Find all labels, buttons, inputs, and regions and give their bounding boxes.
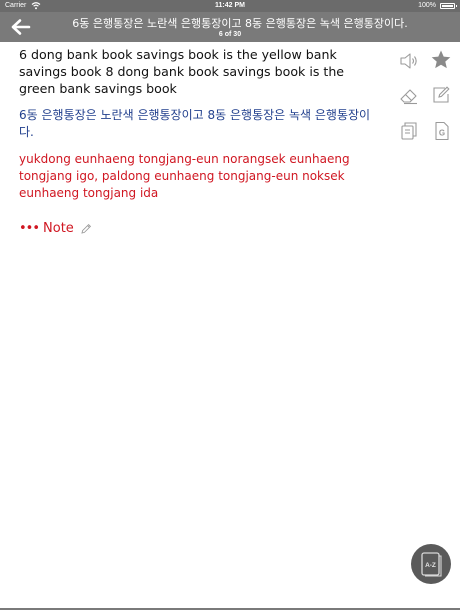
svg-text:A-Z: A-Z <box>425 562 436 569</box>
note-dots: ••• <box>19 221 40 236</box>
note-label: Note <box>43 221 74 236</box>
romanization: yukdong eunhaeng tongjang-eun norangsek … <box>19 152 350 200</box>
battery-icon <box>440 3 457 9</box>
bottom-edge <box>0 608 460 610</box>
copy-icon[interactable] <box>398 120 420 142</box>
english-translation: 6 dong bank book savings book is the yel… <box>19 47 345 96</box>
edit-icon[interactable] <box>430 84 452 106</box>
status-bar: Carrier 11:42 PM 100% <box>0 0 460 12</box>
battery-percent: 100% <box>418 2 436 9</box>
pencil-icon[interactable] <box>80 223 92 235</box>
nav-bar: 6동 은행통장은 노란색 은행통장이고 8동 은행통장은 녹색 은행통장이다. … <box>0 12 460 42</box>
korean-phrase: 6동 은행통장은 노란색 은행통장이고 8동 은행통장은 녹색 은행통장이다. <box>19 108 371 139</box>
phrase-content: 6 dong bank book savings book is the yel… <box>19 46 384 236</box>
status-time: 11:42 PM <box>215 2 245 9</box>
az-dictionary-icon: A-Z <box>421 552 442 577</box>
star-icon[interactable] <box>430 49 452 71</box>
phrase-counter: 6 of 30 <box>218 31 242 38</box>
note-row[interactable]: ••• Note <box>19 221 384 236</box>
speaker-icon[interactable] <box>398 50 420 72</box>
az-dictionary-button[interactable]: A-Z <box>411 544 451 584</box>
eraser-icon[interactable] <box>398 84 420 106</box>
google-icon[interactable]: G <box>430 120 452 142</box>
nav-title: 6동 은행통장은 노란색 은행통장이고 8동 은행통장은 녹색 은행통장이다. <box>72 17 408 30</box>
svg-text:G: G <box>439 129 445 138</box>
